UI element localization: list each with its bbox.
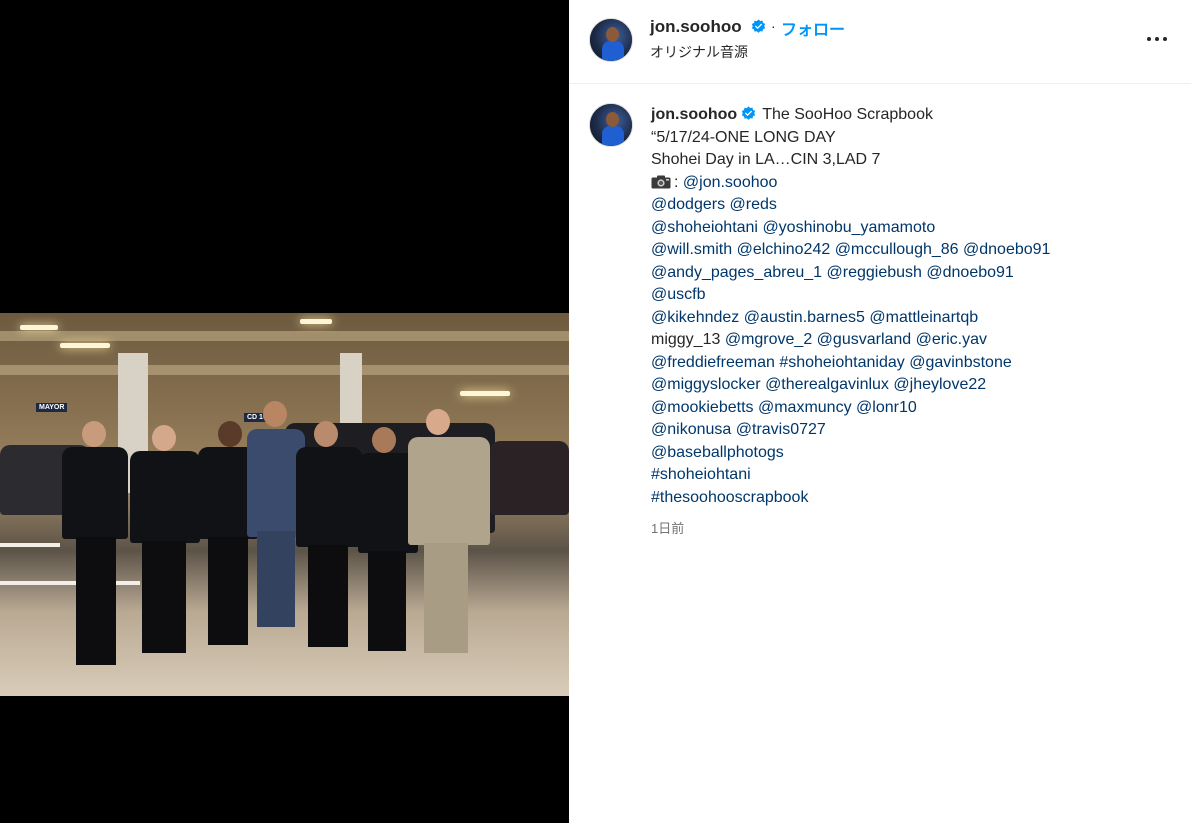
mention-link[interactable]: @jon.soohoo	[683, 174, 778, 191]
caption-line: @mookiebetts @maxmuncy @lonr10	[651, 397, 1171, 420]
caption-line: #shoheiohtani	[651, 464, 1171, 487]
ceiling-light	[460, 391, 510, 396]
mention-link[interactable]: @lonr10	[856, 399, 917, 416]
caption-line: #thesoohooscrapbook	[651, 487, 1171, 510]
mention-link[interactable]: @freddiefreeman	[651, 354, 775, 371]
mention-link[interactable]: @nikonusa	[651, 421, 731, 438]
mention-link[interactable]: @travis0727	[736, 421, 826, 438]
mayor-sign: MAYOR	[36, 403, 68, 412]
post-media-panel[interactable]: MAYOR CD 10	[0, 0, 569, 823]
mention-link[interactable]: @dnoebo91	[926, 264, 1013, 281]
mention-link[interactable]: @jheylove22	[893, 376, 986, 393]
caption-text: “5/17/24-ONE LONG DAY	[651, 128, 836, 146]
mention-link[interactable]: @reds	[730, 196, 777, 213]
caption-username[interactable]: jon.soohoo	[651, 106, 737, 123]
caption-line: @kikehndez @austin.barnes5 @mattleinartq…	[651, 307, 1171, 330]
mention-link[interactable]: @gavinbstone	[909, 354, 1012, 371]
follow-button[interactable]: フォロー	[781, 16, 845, 40]
mention-link[interactable]: @mookiebetts	[651, 399, 754, 416]
floor-line	[0, 581, 140, 585]
mention-link[interactable]: @mgrove_2	[725, 331, 812, 348]
ceiling-beam	[0, 331, 569, 341]
mention-link[interactable]: @dnoebo91	[963, 241, 1050, 258]
mention-link[interactable]: @baseballphotogs	[651, 444, 784, 461]
caption-line: @baseballphotogs	[651, 442, 1171, 465]
caption-header-line: jon.soohoo The SooHoo Scrapbook	[651, 104, 1171, 127]
caption-text: miggy_13	[651, 331, 725, 348]
mention-link[interactable]: @reggiebush	[827, 264, 922, 281]
mention-link[interactable]: @shoheiohtani	[651, 219, 758, 236]
mention-link[interactable]: @elchino242	[737, 241, 831, 258]
mention-link[interactable]: @maxmuncy	[758, 399, 852, 416]
mention-link[interactable]: @dodgers	[651, 196, 725, 213]
post-caption: jon.soohoo The SooHoo Scrapbook “5/17/24…	[651, 104, 1171, 509]
camera-icon	[651, 175, 671, 188]
mention-link[interactable]: @kikehndez	[651, 309, 739, 326]
mention-link[interactable]: @mccullough_86	[835, 241, 959, 258]
caption-display-name: The SooHoo Scrapbook	[762, 106, 933, 123]
verified-badge-icon	[751, 19, 766, 33]
hashtag-link[interactable]: #shoheiohtani	[651, 466, 751, 483]
mention-link[interactable]: @austin.barnes5	[744, 309, 865, 326]
mention-link[interactable]: @yoshinobu_yamamoto	[762, 219, 935, 236]
hashtag-link[interactable]: #thesoohooscrapbook	[651, 489, 808, 506]
caption-body: “5/17/24-ONE LONG DAY Shohei Day in LA…CI…	[651, 127, 1171, 510]
caption-text: Shohei Day in LA…CIN 3,LAD 7	[651, 151, 881, 168]
post-header: jon.soohoo · フォロー オリジナル音源	[569, 0, 1191, 84]
verified-badge-icon	[742, 106, 756, 120]
mention-link[interactable]: @therealgavinlux	[765, 376, 889, 393]
ceiling-light	[20, 325, 58, 330]
caption-line: miggy_13 @mgrove_2 @gusvarland @eric.yav	[651, 329, 1171, 352]
header-username[interactable]: jon.soohoo	[650, 17, 742, 37]
caption-line: @andy_pages_abreu_1 @reggiebush @dnoebo9…	[651, 262, 1171, 285]
mention-link[interactable]: @miggyslocker	[651, 376, 761, 393]
caption-line: @will.smith @elchino242 @mccullough_86 @…	[651, 239, 1171, 262]
post-timestamp[interactable]: 1日前	[651, 518, 684, 537]
user-avatar[interactable]	[589, 18, 633, 62]
parked-car	[490, 441, 569, 515]
caption-line: @miggyslocker @therealgavinlux @jheylove…	[651, 374, 1171, 397]
post-photo[interactable]: MAYOR CD 10	[0, 313, 569, 696]
ceiling-light	[300, 319, 332, 324]
caption-avatar[interactable]	[589, 103, 633, 147]
hashtag-link[interactable]: #shoheiohtaniday	[779, 354, 904, 371]
floor-line	[0, 543, 60, 547]
mention-link[interactable]: @eric.yav	[916, 331, 987, 348]
caption-line: : @jon.soohoo	[651, 172, 1171, 195]
caption-line: “5/17/24-ONE LONG DAY	[651, 127, 1171, 150]
post-sidebar: jon.soohoo · フォロー オリジナル音源 jon.soohoo The…	[569, 0, 1191, 823]
caption-line: @nikonusa @travis0727	[651, 419, 1171, 442]
caption-line: Shohei Day in LA…CIN 3,LAD 7	[651, 149, 1171, 172]
caption-text: :	[674, 173, 683, 191]
caption-line: @freddiefreeman #shoheiohtaniday @gavinb…	[651, 352, 1171, 375]
ceiling-light	[60, 343, 110, 348]
more-options-icon[interactable]	[1144, 28, 1170, 50]
mention-link[interactable]: @andy_pages_abreu_1	[651, 264, 822, 281]
caption-line: @uscfb	[651, 284, 1171, 307]
mention-link[interactable]: @mattleinartqb	[869, 309, 978, 326]
mention-link[interactable]: @uscfb	[651, 286, 705, 303]
caption-line: @dodgers @reds	[651, 194, 1171, 217]
mention-link[interactable]: @will.smith	[651, 241, 732, 258]
caption-line: @shoheiohtani @yoshinobu_yamamoto	[651, 217, 1171, 240]
ceiling-beam	[0, 365, 569, 375]
mention-link[interactable]: @gusvarland	[817, 331, 912, 348]
audio-label[interactable]: オリジナル音源	[650, 42, 748, 62]
separator-dot: ·	[771, 18, 776, 34]
